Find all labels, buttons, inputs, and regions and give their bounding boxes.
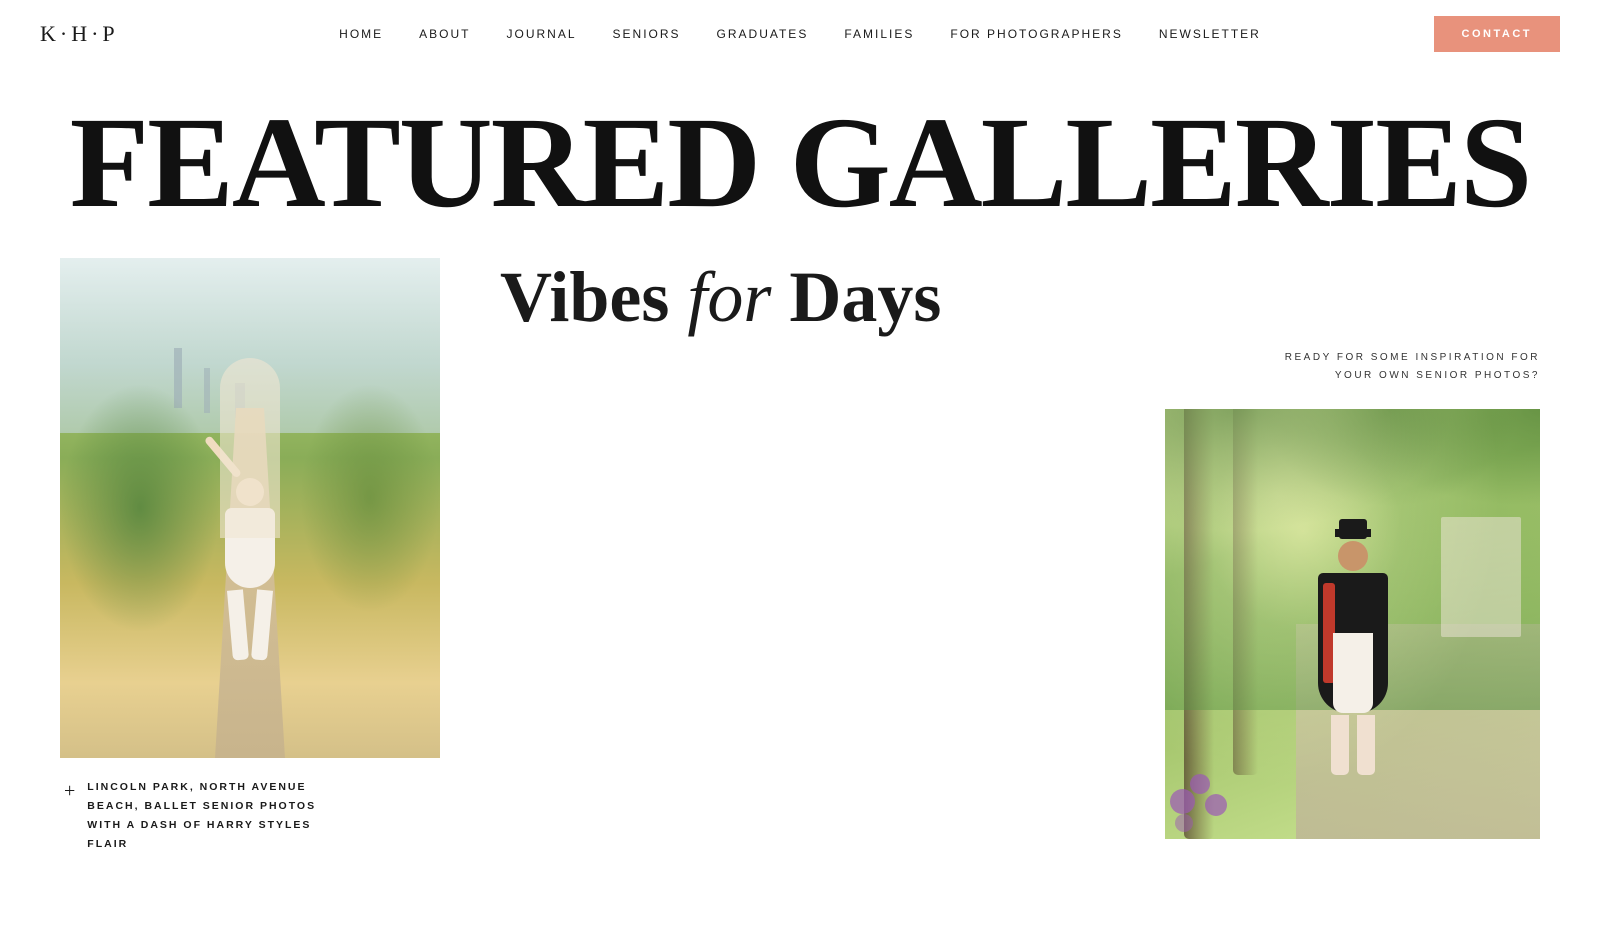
caption-text: LINCOLN PARK, NORTH AVENUE BEACH, BALLET… — [87, 778, 316, 854]
nav-link-families[interactable]: FAMILIES — [844, 27, 914, 41]
photo-caption[interactable]: + LINCOLN PARK, NORTH AVENUE BEACH, BALL… — [60, 778, 440, 854]
main-content: + LINCOLN PARK, NORTH AVENUE BEACH, BALL… — [0, 248, 1600, 894]
contact-button[interactable]: CONTACT — [1434, 16, 1560, 52]
nav-link-journal[interactable]: JOURNAL — [507, 27, 577, 41]
nav-link-seniors[interactable]: SENIORS — [613, 27, 681, 41]
left-column: + LINCOLN PARK, NORTH AVENUE BEACH, BALL… — [60, 258, 440, 854]
nav-item-graduates[interactable]: GRADUATES — [717, 25, 809, 43]
right-column: Vibes for Days READY FOR SOME INSPIRATIO… — [500, 258, 1540, 854]
nav-item-families[interactable]: FAMILIES — [844, 25, 914, 43]
nav-link-about[interactable]: ABOUT — [419, 27, 470, 41]
senior-photo-1[interactable] — [60, 258, 440, 758]
page-title: FEATURED GALLERIES — [40, 98, 1560, 228]
nav-links: HOME ABOUT JOURNAL SENIORS GRADUATES FAM… — [339, 25, 1261, 43]
vibes-heading: Vibes for Days — [500, 258, 1540, 337]
graduate-figure — [1303, 529, 1403, 819]
logo[interactable]: K·H·P — [40, 21, 119, 47]
nav-item-for-photographers[interactable]: FOR PHOTOGRAPHERS — [950, 25, 1122, 43]
hero-section: FEATURED GALLERIES — [0, 68, 1600, 248]
nav-link-for-photographers[interactable]: FOR PHOTOGRAPHERS — [950, 27, 1122, 41]
plus-icon: + — [64, 780, 75, 803]
senior-figure — [215, 478, 285, 678]
nav-link-graduates[interactable]: GRADUATES — [717, 27, 809, 41]
nav-link-newsletter[interactable]: NEWSLETTER — [1159, 27, 1261, 41]
nav-item-seniors[interactable]: SENIORS — [613, 25, 681, 43]
vibes-subtitle: READY FOR SOME INSPIRATION FOR YOUR OWN … — [500, 349, 1540, 385]
vibes-bold-text: Vibes — [500, 257, 687, 337]
nav-item-about[interactable]: ABOUT — [419, 25, 470, 43]
flowers-overlay — [1165, 759, 1245, 839]
vibes-days-text: Days — [771, 257, 941, 337]
vibes-italic-text: for — [687, 257, 771, 337]
nav-item-journal[interactable]: JOURNAL — [507, 25, 577, 43]
nav-link-home[interactable]: HOME — [339, 27, 383, 41]
navbar: K·H·P HOME ABOUT JOURNAL SENIORS GRADUAT… — [0, 0, 1600, 68]
graduate-photo[interactable] — [1165, 409, 1540, 839]
nav-item-newsletter[interactable]: NEWSLETTER — [1159, 25, 1261, 43]
nav-item-home[interactable]: HOME — [339, 25, 383, 43]
